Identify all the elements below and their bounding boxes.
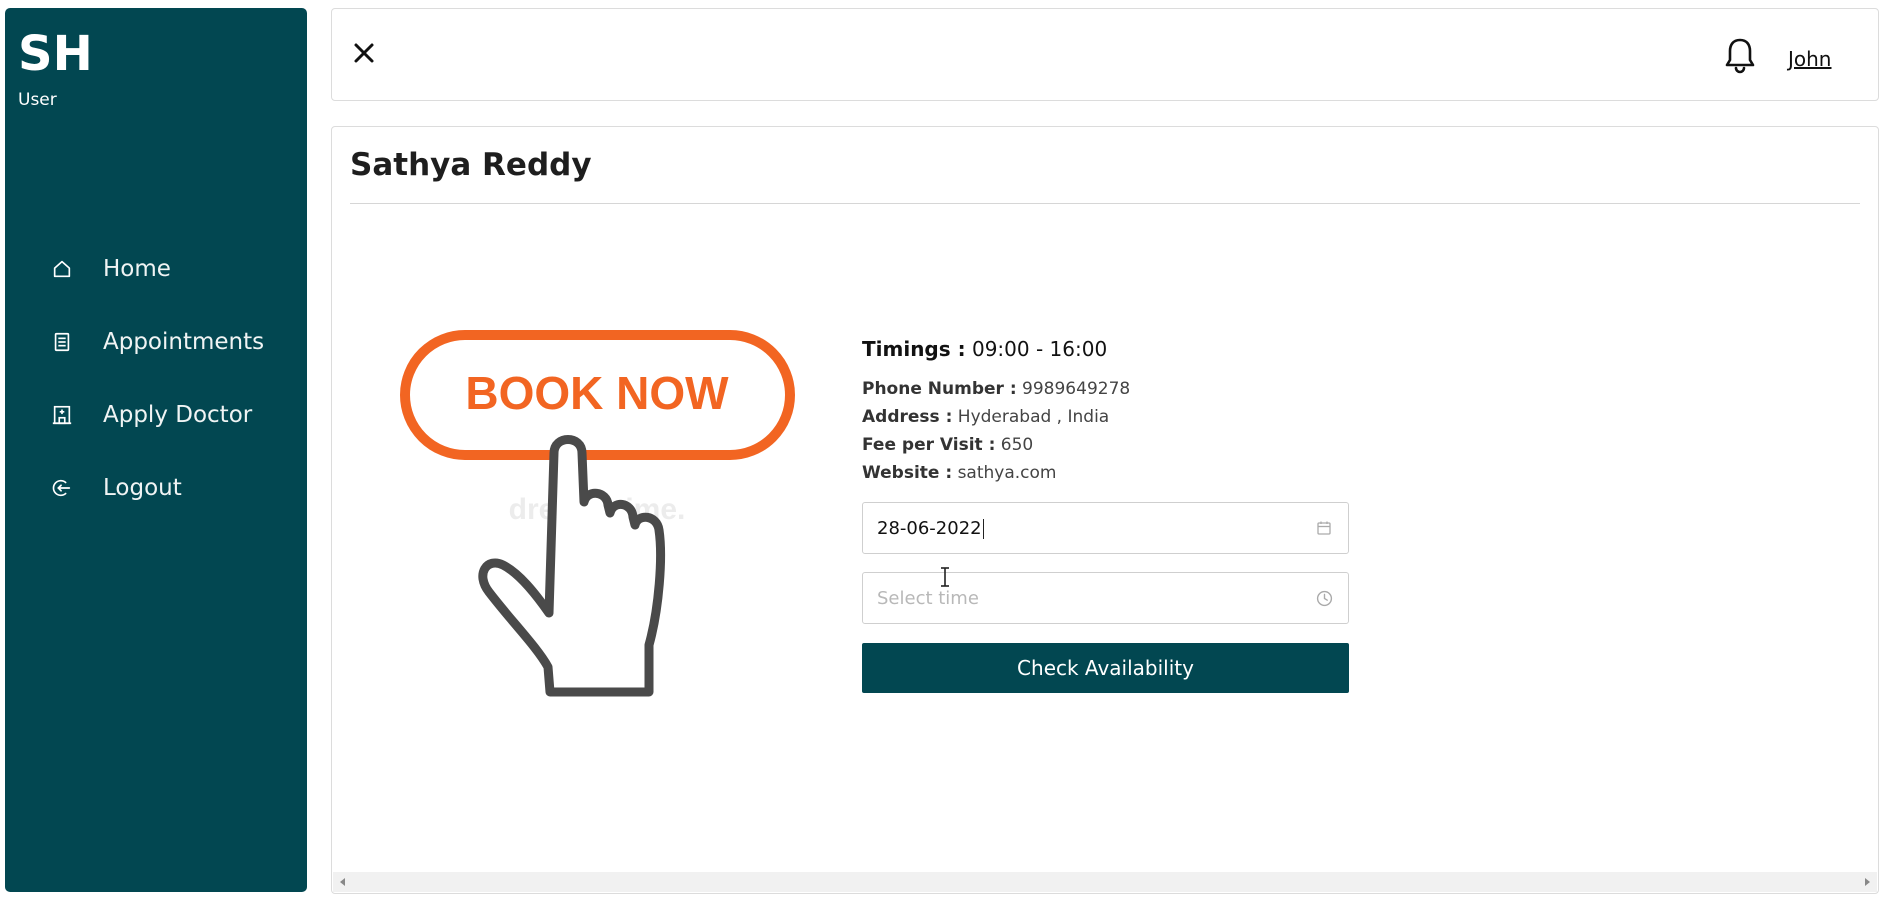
fee-row: Fee per Visit : 650	[862, 431, 1362, 459]
sidebar-item-label: Apply Doctor	[103, 401, 253, 428]
book-now-illustration: BOOK NOW dreamstime.	[397, 327, 817, 727]
date-input[interactable]: 28-06-2022	[862, 502, 1349, 554]
sidebar: SH User Home Appointments Apply Doctor L…	[5, 8, 307, 892]
timings-value: 09:00 - 16:00	[971, 337, 1108, 361]
sidebar-item-apply-doctor[interactable]: Apply Doctor	[5, 378, 307, 451]
close-icon	[352, 41, 376, 69]
home-icon	[49, 256, 75, 282]
hospital-icon	[49, 402, 75, 428]
text-caret	[982, 518, 984, 539]
time-placeholder: Select time	[877, 587, 979, 609]
date-value-wrap: 28-06-2022	[877, 518, 1314, 539]
brand-initials: SH	[18, 26, 93, 82]
user-profile-link[interactable]: John	[1788, 47, 1832, 71]
sidebar-nav: Home Appointments Apply Doctor Logout	[5, 232, 307, 524]
doctor-booking-panel: Sathya Reddy BOOK NOW dreamstime. Timing…	[331, 126, 1879, 894]
website-value: sathya.com	[957, 463, 1057, 483]
timings-row: Timings : 09:00 - 16:00	[862, 337, 1362, 361]
date-value: 28-06-2022	[877, 517, 982, 539]
check-availability-button[interactable]: Check Availability	[862, 643, 1349, 693]
book-now-image: BOOK NOW dreamstime.	[400, 330, 795, 697]
doctor-info: Timings : 09:00 - 16:00 Phone Number : 9…	[862, 337, 1362, 487]
horizontal-scrollbar[interactable]	[333, 872, 1877, 892]
address-label: Address :	[862, 407, 953, 427]
website-label: Website :	[862, 463, 953, 483]
sidebar-item-label: Appointments	[103, 328, 265, 355]
page-title: Sathya Reddy	[350, 147, 592, 183]
address-value: Hyderabad , India	[957, 407, 1110, 427]
calendar-icon[interactable]	[1314, 518, 1334, 538]
book-now-text: BOOK NOW	[465, 367, 729, 419]
logout-icon	[49, 475, 75, 501]
brand-role: User	[18, 90, 57, 110]
sidebar-item-label: Home	[103, 255, 171, 282]
timings-label: Timings :	[862, 337, 966, 361]
scroll-right-arrow-icon[interactable]	[1857, 872, 1877, 892]
bell-icon	[1723, 36, 1757, 78]
sidebar-item-appointments[interactable]: Appointments	[5, 305, 307, 378]
title-divider	[350, 203, 1860, 204]
sidebar-item-logout[interactable]: Logout	[5, 451, 307, 524]
phone-value: 9989649278	[1022, 379, 1131, 399]
text-cursor-icon	[938, 566, 952, 588]
phone-row: Phone Number : 9989649278	[862, 375, 1362, 403]
top-header: John	[331, 8, 1879, 101]
fee-label: Fee per Visit :	[862, 435, 996, 455]
close-button[interactable]	[348, 39, 380, 71]
website-row: Website : sathya.com	[862, 459, 1362, 487]
notifications-button[interactable]	[1720, 35, 1760, 79]
sidebar-item-label: Logout	[103, 474, 182, 501]
phone-label: Phone Number :	[862, 379, 1017, 399]
sidebar-item-home[interactable]: Home	[5, 232, 307, 305]
scroll-left-arrow-icon[interactable]	[333, 872, 353, 892]
clipboard-icon	[49, 329, 75, 355]
clock-icon[interactable]	[1314, 588, 1334, 608]
fee-value: 650	[1000, 435, 1034, 455]
address-row: Address : Hyderabad , India	[862, 403, 1362, 431]
time-input[interactable]: Select time	[862, 572, 1349, 624]
